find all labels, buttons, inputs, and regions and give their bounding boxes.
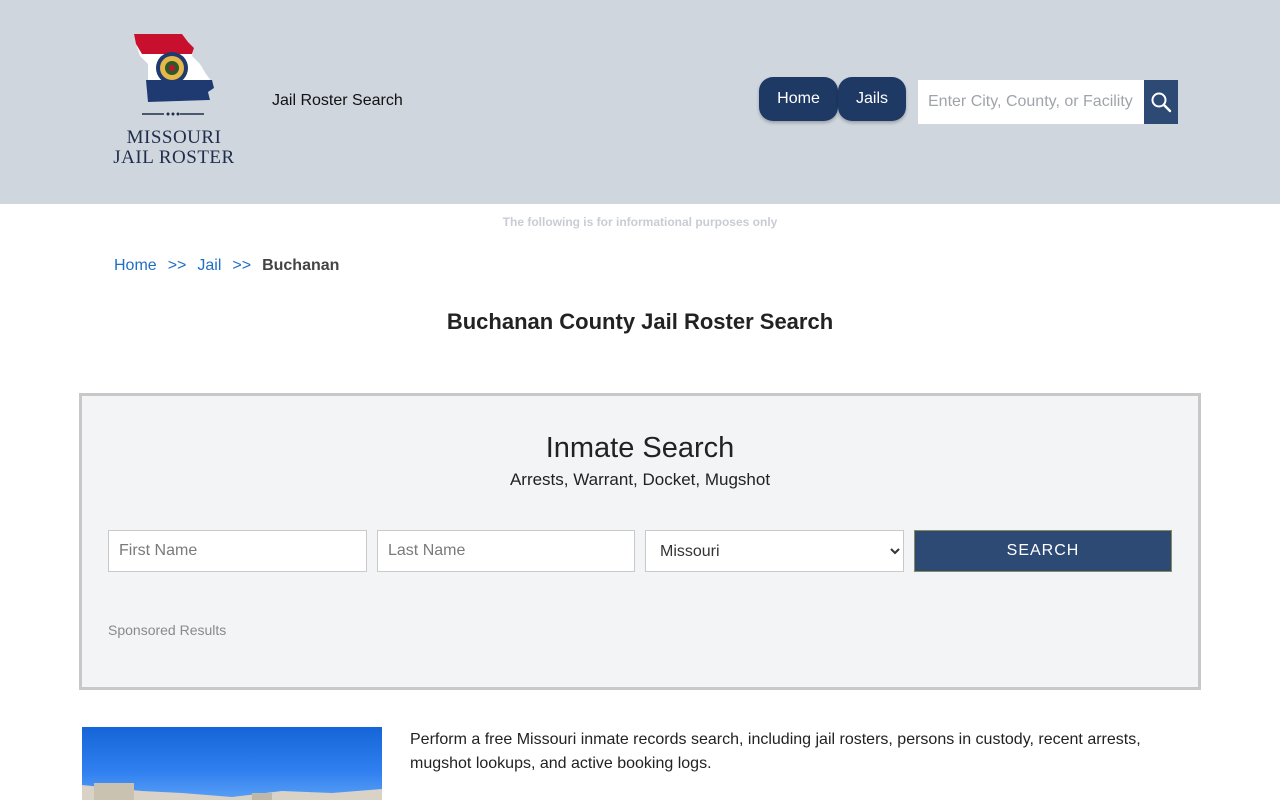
site-name[interactable]: Jail Roster Search (272, 92, 403, 110)
disclaimer-text: The following is for informational purpo… (502, 215, 778, 229)
breadcrumb-home-link[interactable]: Home (114, 257, 157, 275)
breadcrumb-current: Buchanan (262, 257, 340, 274)
first-name-input[interactable] (108, 530, 367, 572)
missouri-map-logo-icon (134, 34, 214, 116)
search-icon (1151, 92, 1172, 113)
state-select[interactable]: Missouri (645, 530, 904, 572)
nav-jails-tab[interactable]: Jails (838, 77, 906, 121)
site-header: MISSOURI JAIL ROSTER Jail Roster Search … (0, 0, 1280, 204)
facility-search-input[interactable] (918, 80, 1144, 124)
site-logo[interactable]: MISSOURI JAIL ROSTER (112, 30, 236, 174)
nav-home-tab[interactable]: Home (759, 77, 838, 121)
breadcrumb-separator: >> (167, 257, 187, 274)
breadcrumb: Home >> Jail >> Buchanan (114, 257, 339, 275)
inmate-search-panel: Inmate Search Arrests, Warrant, Docket, … (79, 393, 1201, 690)
logo-text-line2: JAIL ROSTER (113, 147, 235, 168)
intro-paragraph: Perform a free Missouri inmate records s… (410, 731, 1141, 772)
inmate-search-title: Inmate Search (545, 432, 735, 464)
inmate-search-subtitle: Arrests, Warrant, Docket, Mugshot (509, 470, 771, 489)
building-illustration (82, 783, 382, 800)
breadcrumb-separator: >> (232, 257, 252, 274)
inmate-search-button[interactable]: SEARCH (914, 530, 1172, 572)
page-title: Buchanan County Jail Roster Search (446, 309, 834, 334)
logo-text: MISSOURI JAIL ROSTER (112, 128, 236, 168)
last-name-input[interactable] (377, 530, 635, 572)
jail-building-image (82, 727, 382, 800)
logo-text-line1: MISSOURI (126, 127, 222, 148)
sponsored-results-label: Sponsored Results (108, 622, 227, 638)
facility-search-button[interactable] (1144, 80, 1178, 124)
breadcrumb-jail-link[interactable]: Jail (197, 257, 221, 275)
